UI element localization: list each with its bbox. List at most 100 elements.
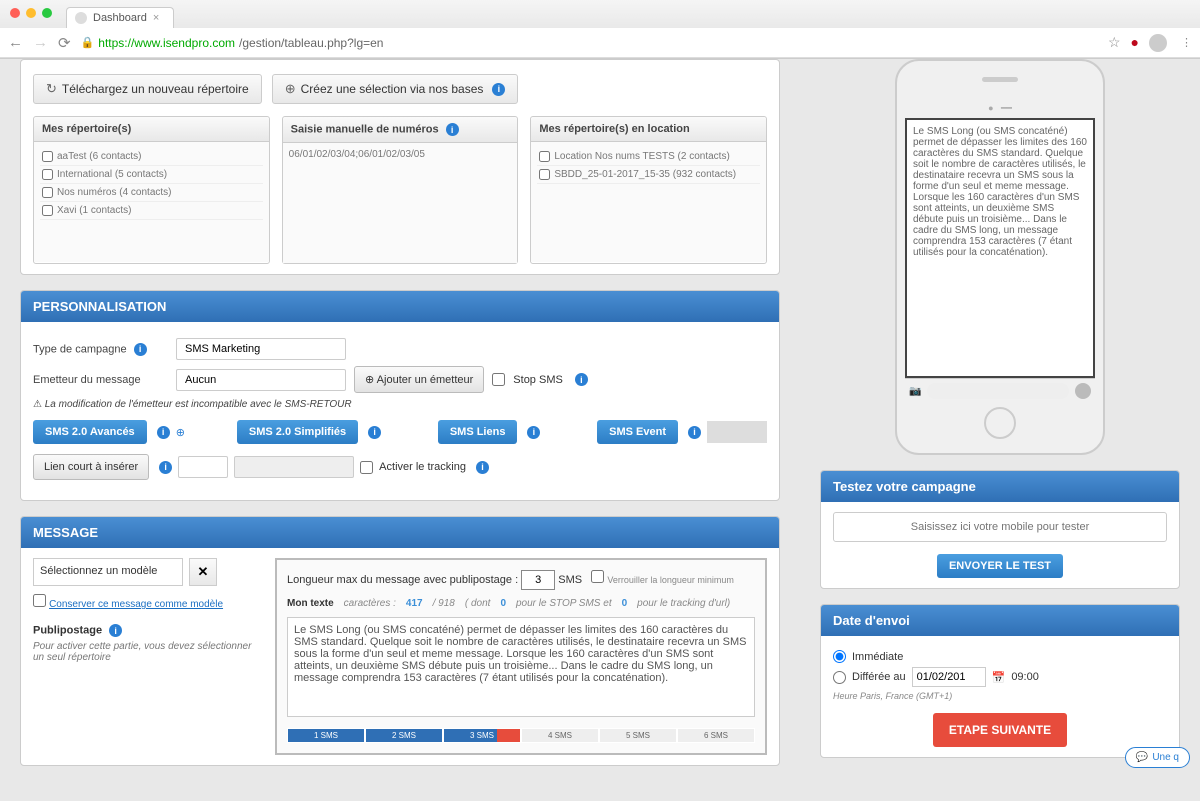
deferred-label: Différée au: [852, 671, 906, 683]
add-emitter-button[interactable]: ⊕ Ajouter un émetteur: [354, 366, 484, 393]
refresh-icon: ↻: [46, 81, 57, 97]
char-used: 417: [406, 598, 423, 609]
chat-icon: 💬: [1136, 752, 1148, 763]
repertoire-item[interactable]: SBDD_25-01-2017_15-35 (932 contacts): [537, 166, 760, 184]
immediate-radio[interactable]: [833, 650, 846, 663]
manual-number-entry[interactable]: 06/01/02/03/04;06/01/02/03/05: [289, 149, 425, 160]
panel-header: MESSAGE: [21, 517, 779, 548]
browser-tab[interactable]: Dashboard ×: [66, 7, 174, 28]
personnalisation-panel: PERSONNALISATION Type de campagne i Emet…: [20, 290, 780, 501]
box-header: Saisie manuelle de numéros: [291, 124, 439, 136]
profile-avatar[interactable]: [1149, 34, 1167, 52]
clear-model-button[interactable]: ✕: [189, 558, 217, 586]
publipostage-hint: Pour activer cette partie, vous devez sé…: [33, 641, 263, 663]
box-header: Mes répertoire(s): [34, 117, 269, 142]
info-icon[interactable]: i: [575, 373, 588, 386]
menu-icon[interactable]: ⋮: [1181, 36, 1192, 49]
emitter-input[interactable]: [176, 369, 346, 391]
tracking-checkbox[interactable]: [360, 461, 373, 474]
plus-circle-icon[interactable]: ⊕: [176, 426, 185, 439]
bookmark-icon[interactable]: ☆: [1108, 34, 1121, 51]
phone-preview: ● ━━ Le SMS Long (ou SMS concaténé) perm…: [895, 59, 1105, 455]
emitter-warning: La modification de l'émetteur est incomp…: [33, 399, 767, 410]
char-max: 918: [438, 598, 455, 609]
emitter-label: Emetteur du message: [33, 374, 168, 386]
send-date-input[interactable]: [912, 667, 986, 687]
camera-icon: 📷: [909, 386, 921, 397]
stop-sms-label: Stop SMS: [513, 374, 563, 386]
short-link-result: [234, 456, 354, 478]
info-icon[interactable]: i: [492, 83, 505, 96]
save-as-model-link[interactable]: Conserver ce message comme modèle: [49, 599, 223, 610]
plus-circle-icon: ⊕: [365, 374, 374, 386]
panel-header: PERSONNALISATION: [21, 291, 779, 322]
panel-header: Testez votre campagne: [821, 471, 1179, 502]
calendar-icon[interactable]: 📅: [992, 671, 1006, 684]
sms-event-input[interactable]: [707, 421, 767, 443]
test-campaign-panel: Testez votre campagne ENVOYER LE TEST: [820, 470, 1180, 589]
stop-sms-checkbox[interactable]: [492, 373, 505, 386]
address-bar[interactable]: 🔒 https://www.isendpro.com/gestion/table…: [81, 36, 1098, 50]
repertoire-item[interactable]: aaTest (6 contacts): [40, 148, 263, 166]
pinterest-icon[interactable]: ●: [1131, 34, 1139, 51]
info-icon[interactable]: i: [109, 624, 122, 637]
chat-widget[interactable]: 💬 Une q: [1125, 747, 1190, 768]
campaign-type-label: Type de campagne i: [33, 343, 168, 356]
info-icon[interactable]: i: [368, 426, 381, 439]
message-textarea[interactable]: [287, 617, 755, 717]
create-selection-button[interactable]: ⊕ Créez une sélection via nos bases i: [272, 74, 519, 104]
close-tab-icon[interactable]: ×: [153, 12, 159, 24]
test-mobile-input[interactable]: [833, 512, 1167, 542]
upload-repertoire-button[interactable]: ↻ Téléchargez un nouveau répertoire: [33, 74, 262, 104]
sms-event-button[interactable]: SMS Event: [597, 420, 678, 444]
sms-links-button[interactable]: SMS Liens: [438, 420, 518, 444]
sms2-advanced-button[interactable]: SMS 2.0 Avancés: [33, 420, 147, 444]
max-length-input[interactable]: [521, 570, 555, 590]
campaign-type-input[interactable]: [176, 338, 346, 360]
repertoire-item[interactable]: Location Nos nums TESTS (2 contacts): [537, 148, 760, 166]
box-header: Mes répertoire(s) en location: [531, 117, 766, 142]
send-icon: [1075, 383, 1091, 399]
send-date-panel: Date d'envoi Immédiate Différée au 📅 09:…: [820, 604, 1180, 758]
short-link-button[interactable]: Lien court à insérer: [33, 454, 149, 480]
manual-numbers-box: Saisie manuelle de numéros i 06/01/02/03…: [282, 116, 519, 264]
browser-chrome: Dashboard × ← → ⟳ 🔒 https://www.isendpro…: [0, 0, 1200, 59]
reload-icon[interactable]: ⟳: [58, 34, 71, 52]
sms2-simple-button[interactable]: SMS 2.0 Simplifiés: [237, 420, 358, 444]
plus-circle-icon: ⊕: [285, 81, 296, 97]
info-icon[interactable]: i: [688, 426, 701, 439]
select-model-dropdown[interactable]: Sélectionnez un modèle: [33, 558, 183, 586]
info-icon[interactable]: i: [446, 123, 459, 136]
info-icon[interactable]: i: [476, 461, 489, 474]
info-icon[interactable]: i: [134, 343, 147, 356]
repertoire-item[interactable]: International (5 contacts): [40, 166, 263, 184]
tab-title: Dashboard: [93, 12, 147, 24]
send-test-button[interactable]: ENVOYER LE TEST: [937, 554, 1063, 578]
repertoire-item[interactable]: Nos numéros (4 contacts): [40, 184, 263, 202]
sms-length-bar: 1 SMS2 SMS3 SMS4 SMS5 SMS6 SMS: [287, 728, 755, 743]
phone-message-input: [927, 383, 1069, 399]
send-time[interactable]: 09:00: [1011, 671, 1039, 683]
tracking-label: Activer le tracking: [379, 461, 466, 473]
my-text-label: Mon texte: [287, 598, 334, 609]
forward-icon[interactable]: →: [33, 34, 48, 51]
next-step-button[interactable]: ETAPE SUIVANTE: [933, 713, 1067, 747]
lock-min-length-checkbox[interactable]: [591, 570, 604, 583]
lock-icon: 🔒: [81, 36, 95, 49]
timezone-label: Heure Paris, France (GMT+1): [833, 691, 1167, 701]
info-icon[interactable]: i: [159, 461, 172, 474]
window-controls[interactable]: [10, 8, 52, 18]
back-icon[interactable]: ←: [8, 34, 23, 51]
info-icon[interactable]: i: [527, 426, 540, 439]
short-link-input[interactable]: [178, 456, 228, 478]
max-length-label: Longueur max du message avec publipostag…: [287, 574, 518, 586]
repertoire-item[interactable]: Xavi (1 contacts): [40, 202, 263, 220]
immediate-label: Immédiate: [852, 651, 903, 663]
info-icon[interactable]: i: [157, 426, 170, 439]
rented-repertoires-box: Mes répertoire(s) en location Location N…: [530, 116, 767, 264]
save-as-model-checkbox[interactable]: [33, 594, 46, 607]
repertoire-panel: ↻ Téléchargez un nouveau répertoire ⊕ Cr…: [20, 59, 780, 275]
deferred-radio[interactable]: [833, 671, 846, 684]
phone-screen: Le SMS Long (ou SMS concaténé) permet de…: [905, 118, 1095, 378]
panel-header: Date d'envoi: [821, 605, 1179, 636]
